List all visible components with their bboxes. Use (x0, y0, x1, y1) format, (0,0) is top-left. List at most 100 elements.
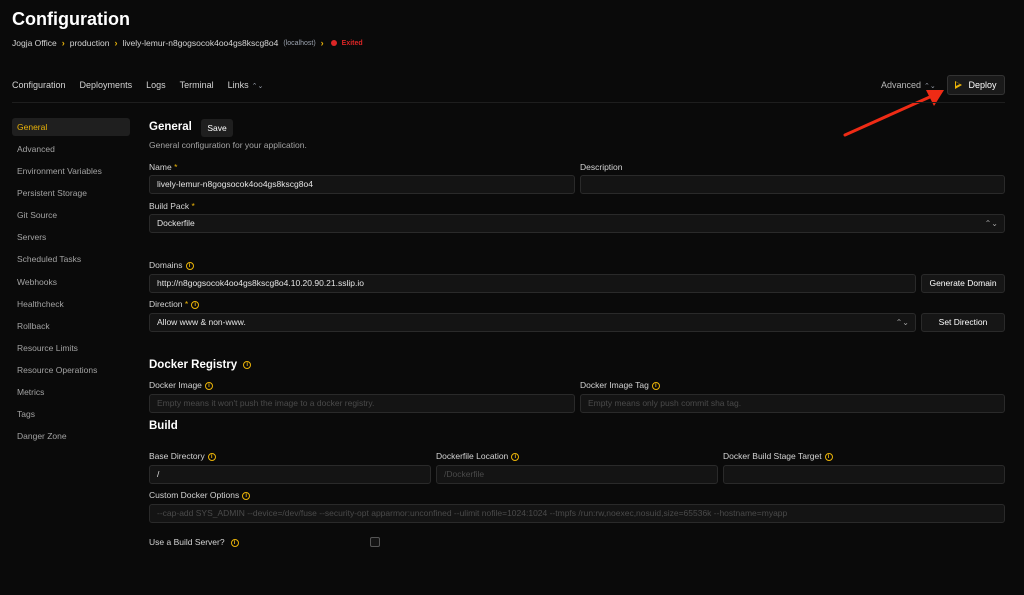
tab-logs[interactable]: Logs (146, 80, 166, 90)
docker-image-label: Docker Image i (149, 380, 213, 390)
arrow-annotation-icon (843, 90, 944, 137)
top-nav: Configuration Deployments Logs Terminal … (12, 80, 263, 90)
docker-image-tag-input[interactable]: Empty means only push commit sha tag. (580, 394, 1005, 413)
dockerfile-location-input[interactable]: /Dockerfile (436, 465, 718, 484)
chevron-up-down-icon: ⌃⌄ (984, 219, 998, 228)
breadcrumb: Jogja Office › production › lively-lemur… (12, 38, 363, 48)
custom-docker-options-label: Custom Docker Options i (149, 490, 251, 500)
build-server-label-text: Use a Build Server? (149, 537, 225, 547)
chevron-up-down-icon: ⌃⌄ (895, 318, 909, 327)
chevron-right-icon: › (114, 38, 118, 48)
name-label: Name * (149, 162, 177, 172)
domains-input[interactable]: http://n8gogsocok4oo4gs8kscg8o4.10.20.90… (149, 274, 916, 293)
sidebar-item-tags[interactable]: Tags (12, 405, 130, 427)
page-title: Configuration (12, 9, 130, 29)
build-stage-target-label-text: Docker Build Stage Target (723, 451, 822, 461)
status-badge: Exited (341, 39, 363, 47)
deploy-button[interactable]: Deploy (947, 75, 1005, 95)
info-icon: i (204, 381, 213, 390)
info-icon: i (185, 261, 194, 270)
base-directory-label-text: Base Directory (149, 451, 205, 461)
build-server-label: Use a Build Server? i (149, 537, 239, 547)
status-dot-icon (330, 40, 337, 46)
direction-select-value: Allow www & non-www. (157, 317, 246, 327)
generate-domain-button[interactable]: Generate Domain (921, 274, 1005, 293)
domains-label: Domains i (149, 260, 194, 270)
sidebar-item-scheduled-tasks[interactable]: Scheduled Tasks (12, 250, 130, 272)
custom-docker-options-label-text: Custom Docker Options (149, 490, 240, 500)
header-divider (12, 102, 1005, 103)
tab-links-label: Links (227, 80, 249, 90)
docker-image-tag-label: Docker Image Tag i (580, 380, 660, 390)
sidebar-item-servers[interactable]: Servers (12, 228, 130, 250)
sidebar-item-metrics[interactable]: Metrics (12, 383, 130, 405)
sidebar-item-git-source[interactable]: Git Source (12, 206, 130, 228)
tab-terminal[interactable]: Terminal (180, 80, 214, 90)
name-label-text: Name (149, 162, 172, 172)
sidebar-item-general[interactable]: General (12, 118, 130, 136)
sidebar-item-environment-variables[interactable]: Environment Variables (12, 162, 130, 184)
info-icon: i (230, 538, 239, 547)
dockerfile-location-label-text: Dockerfile Location (436, 451, 509, 461)
tab-deployments[interactable]: Deployments (80, 80, 133, 90)
info-icon: i (824, 452, 833, 461)
sidebar-item-persistent-storage[interactable]: Persistent Storage (12, 184, 130, 206)
custom-docker-options-input[interactable]: --cap-add SYS_ADMIN --device=/dev/fuse -… (149, 504, 1005, 523)
breadcrumb-host: (localhost) (283, 39, 316, 47)
direction-label-text: Direction (149, 299, 183, 309)
build-stage-target-input[interactable] (723, 465, 1005, 484)
tab-links[interactable]: Links ⌃⌄ (228, 80, 264, 90)
buildpack-select[interactable]: Dockerfile ⌃⌄ (149, 214, 1005, 233)
sidebar-item-resource-limits[interactable]: Resource Limits (12, 339, 130, 361)
general-heading: General (149, 121, 192, 133)
buildpack-label: Build Pack * (149, 201, 195, 211)
info-icon: i (191, 300, 200, 309)
description-input[interactable] (580, 175, 1005, 194)
required-marker: * (184, 299, 189, 309)
play-icon (955, 81, 963, 89)
sidebar: General Advanced Environment Variables P… (12, 118, 130, 449)
required-marker: * (174, 162, 178, 172)
info-icon: i (242, 491, 251, 500)
base-directory-label: Base Directory i (149, 451, 216, 461)
direction-label: Direction * i (149, 299, 200, 309)
general-subtitle: General configuration for your applicati… (149, 140, 307, 150)
docker-image-tag-label-text: Docker Image Tag (580, 380, 649, 390)
chevron-up-down-icon: ⌃⌄ (251, 83, 264, 90)
tab-configuration[interactable]: Configuration (12, 80, 66, 90)
docker-registry-heading: Docker Registry i (149, 359, 252, 371)
chevron-right-icon: › (61, 38, 65, 48)
breadcrumb-environment[interactable]: production (70, 38, 110, 48)
set-direction-button[interactable]: Set Direction (921, 313, 1005, 332)
description-label: Description (580, 162, 623, 172)
save-button[interactable]: Save (201, 119, 233, 137)
deploy-button-label: Deploy (968, 80, 997, 90)
docker-image-input[interactable]: Empty means it won't push the image to a… (149, 394, 575, 413)
sidebar-item-webhooks[interactable]: Webhooks (12, 273, 130, 295)
build-stage-target-label: Docker Build Stage Target i (723, 451, 833, 461)
docker-image-label-text: Docker Image (149, 380, 202, 390)
sidebar-item-rollback[interactable]: Rollback (12, 317, 130, 339)
build-heading: Build (149, 420, 178, 432)
required-marker: * (191, 201, 195, 211)
chevron-right-icon: › (320, 38, 324, 48)
base-directory-input[interactable]: / (149, 465, 431, 484)
docker-registry-heading-text: Docker Registry (149, 359, 238, 371)
info-icon: i (243, 360, 252, 369)
breadcrumb-app[interactable]: lively-lemur-n8gogsocok4oo4gs8kscg8o4 (122, 38, 278, 48)
sidebar-item-advanced[interactable]: Advanced (12, 140, 130, 162)
info-icon: i (207, 452, 216, 461)
dockerfile-location-label: Dockerfile Location i (436, 451, 520, 461)
sidebar-item-danger-zone[interactable]: Danger Zone (12, 427, 130, 449)
breadcrumb-team[interactable]: Jogja Office (12, 38, 57, 48)
buildpack-select-value: Dockerfile (157, 218, 195, 228)
name-input[interactable]: lively-lemur-n8gogsocok4oo4gs8kscg8o4 (149, 175, 575, 194)
direction-select[interactable]: Allow www & non-www. ⌃⌄ (149, 313, 916, 332)
build-server-checkbox[interactable] (370, 537, 380, 547)
domains-label-text: Domains (149, 260, 183, 270)
sidebar-item-resource-operations[interactable]: Resource Operations (12, 361, 130, 383)
buildpack-label-text: Build Pack (149, 201, 190, 211)
info-icon: i (511, 452, 520, 461)
info-icon: i (651, 381, 660, 390)
sidebar-item-healthcheck[interactable]: Healthcheck (12, 295, 130, 317)
